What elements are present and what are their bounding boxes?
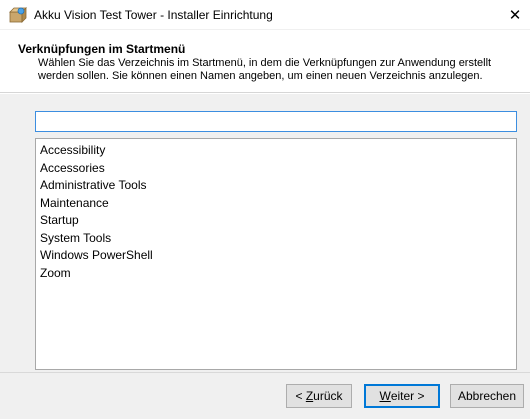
page-title: Verknüpfungen im Startmenü	[18, 42, 186, 56]
button-bar: < Zurück Weiter > Abbrechen	[0, 372, 530, 419]
folder-list-item[interactable]: Accessories	[36, 160, 516, 178]
next-button-mnemonic: W	[379, 389, 391, 403]
installer-icon	[9, 7, 27, 23]
close-button[interactable]: ✕	[500, 0, 530, 30]
page-header: Verknüpfungen im Startmenü Wählen Sie da…	[0, 31, 530, 93]
start-menu-folder-list[interactable]: Accessibility Accessories Administrative…	[35, 138, 517, 370]
folder-list-item[interactable]: System Tools	[36, 230, 516, 248]
window-title: Akku Vision Test Tower - Installer Einri…	[34, 8, 273, 22]
folder-list-item[interactable]: Windows PowerShell	[36, 247, 516, 265]
content-panel: Accessibility Accessories Administrative…	[0, 94, 530, 372]
folder-list-item[interactable]: Zoom	[36, 265, 516, 283]
back-button-label: urück	[313, 389, 343, 403]
folder-list-item[interactable]: Maintenance	[36, 195, 516, 213]
cancel-button[interactable]: Abbrechen	[450, 384, 524, 408]
next-button[interactable]: Weiter >	[364, 384, 440, 408]
next-button-label: eiter >	[390, 389, 425, 403]
title-bar: Akku Vision Test Tower - Installer Einri…	[0, 0, 530, 30]
folder-list-item[interactable]: Startup	[36, 212, 516, 230]
back-button-prefix: <	[295, 389, 306, 403]
back-button[interactable]: < Zurück	[286, 384, 352, 408]
folder-name-input[interactable]	[35, 111, 517, 132]
folder-list-item[interactable]: Administrative Tools	[36, 177, 516, 195]
page-description: Wählen Sie das Verzeichnis im Startmenü,…	[38, 57, 492, 82]
folder-list-item[interactable]: Accessibility	[36, 142, 516, 160]
back-button-mnemonic: Z	[305, 389, 314, 403]
